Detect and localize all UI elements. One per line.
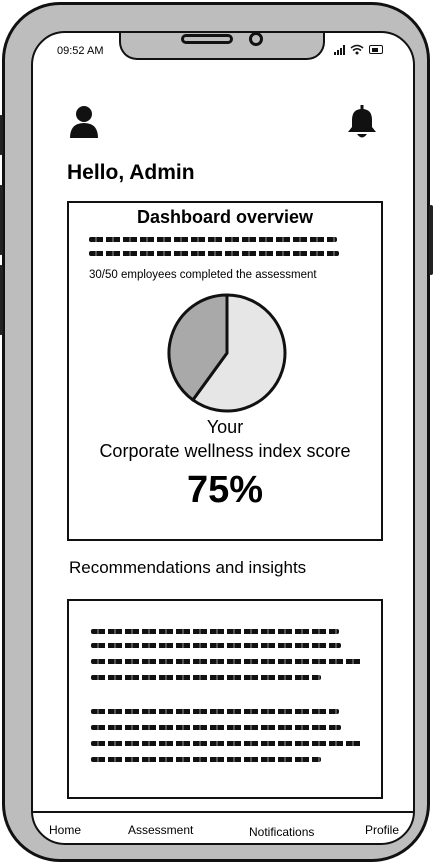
phone-side-button <box>0 265 3 335</box>
placeholder-text-line <box>91 725 341 730</box>
greeting-title: Hello, Admin <box>67 161 195 184</box>
placeholder-text-line <box>89 237 337 242</box>
phone-side-button <box>0 185 3 255</box>
bottom-nav: Home Assessment Notifications Profile <box>33 811 413 843</box>
nav-notifications[interactable]: Notifications <box>249 825 314 839</box>
status-time: 09:52 AM <box>57 45 104 57</box>
dashboard-title: Dashboard overview <box>136 207 314 227</box>
completion-pie-chart <box>167 293 287 413</box>
bell-icon[interactable] <box>347 105 377 139</box>
nav-profile[interactable]: Profile <box>365 823 399 837</box>
phone-notch <box>119 33 325 60</box>
signal-icon <box>334 44 345 55</box>
placeholder-text-line <box>89 251 339 256</box>
placeholder-text-line <box>91 643 341 648</box>
nav-home[interactable]: Home <box>49 823 81 837</box>
wellness-score: 75% <box>186 469 264 511</box>
speaker-icon <box>181 34 233 44</box>
completion-text: 30/50 employees completed the assessment <box>89 269 317 281</box>
phone-frame: 09:52 AM Hello, Admin Dashboard overview <box>0 2 433 862</box>
placeholder-text-line <box>91 659 363 664</box>
user-icon[interactable] <box>69 105 99 139</box>
placeholder-text-line <box>91 709 339 714</box>
wifi-icon <box>350 44 364 55</box>
placeholder-text-line <box>91 629 339 634</box>
recommendations-card <box>67 599 383 799</box>
phone-side-button <box>0 115 3 155</box>
placeholder-text-line <box>91 741 363 746</box>
wellness-index-label: Corporate wellness index score <box>99 441 351 461</box>
status-icons <box>334 44 383 55</box>
phone-screen: 09:52 AM Hello, Admin Dashboard overview <box>31 31 415 845</box>
dashboard-overview-card: Dashboard overview 30/50 employees compl… <box>67 201 383 541</box>
placeholder-text-line <box>91 675 321 680</box>
your-label: Your <box>206 417 244 437</box>
camera-icon <box>249 33 263 46</box>
placeholder-text-line <box>91 757 321 762</box>
phone-side-button <box>429 205 433 275</box>
recommendations-heading: Recommendations and insights <box>69 558 307 577</box>
nav-assessment[interactable]: Assessment <box>128 823 193 837</box>
battery-icon <box>369 45 383 54</box>
